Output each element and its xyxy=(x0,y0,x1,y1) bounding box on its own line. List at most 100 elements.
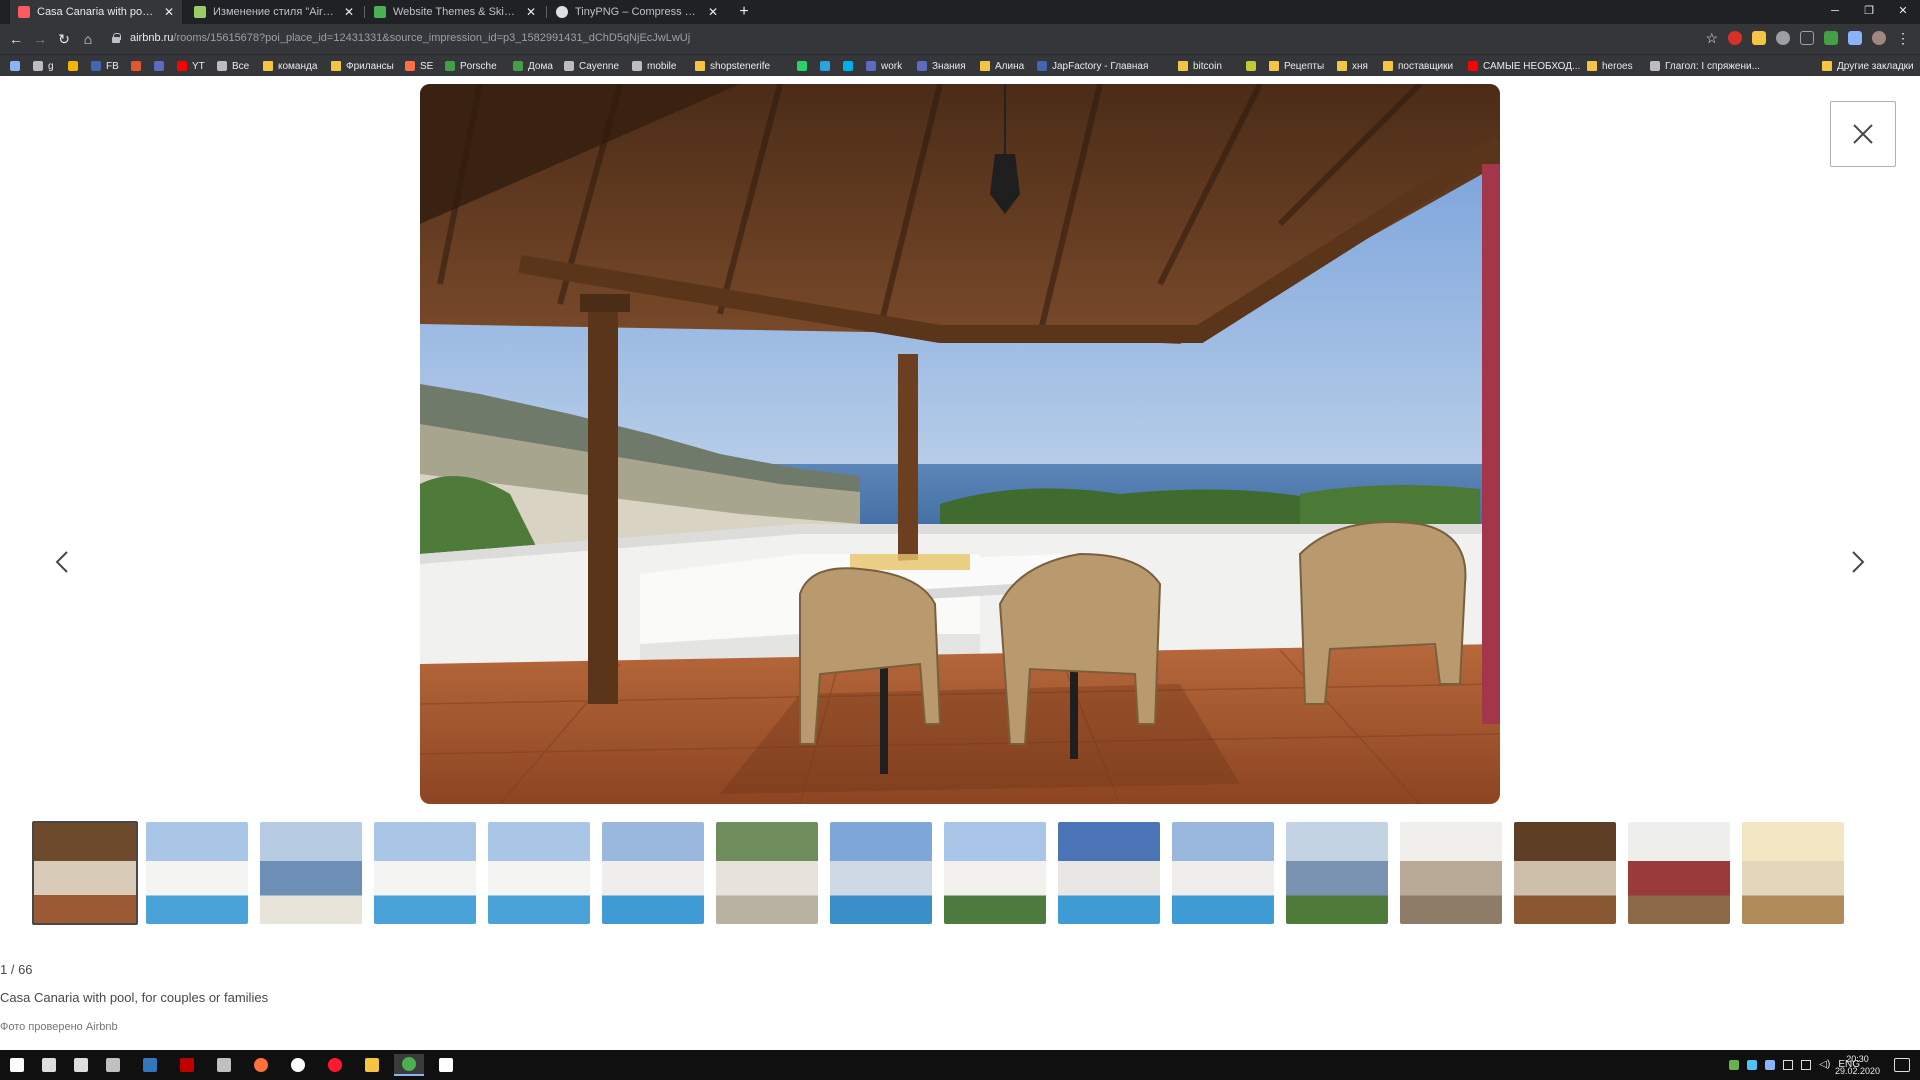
thumbnail-14[interactable] xyxy=(1514,822,1616,924)
notification-center-icon[interactable] xyxy=(1894,1058,1910,1072)
windows-icon[interactable] xyxy=(2,1054,32,1076)
thumbnail-1[interactable] xyxy=(32,821,138,925)
bookmark-item[interactable]: Алина xyxy=(980,59,1024,73)
previous-photo-button[interactable] xyxy=(50,544,74,580)
opera-icon[interactable] xyxy=(320,1054,350,1076)
bookmark-item[interactable]: Рецепты xyxy=(1269,59,1324,73)
search-icon[interactable] xyxy=(34,1054,64,1076)
network-icon[interactable] xyxy=(1801,1059,1812,1070)
app-icon[interactable] xyxy=(98,1054,128,1076)
bookmark-item[interactable]: shopstenerife xyxy=(695,59,770,73)
thumbnail-6[interactable] xyxy=(602,822,704,924)
yandex-icon[interactable] xyxy=(283,1054,313,1076)
restore-button[interactable]: ❐ xyxy=(1852,0,1886,24)
close-icon[interactable]: ✕ xyxy=(344,5,354,19)
bookmark-star-icon[interactable]: ☆ xyxy=(1705,31,1718,45)
thumbnail-10[interactable] xyxy=(1058,822,1160,924)
volume-icon[interactable]: ◁) xyxy=(1819,1059,1830,1070)
thumbnail-3[interactable] xyxy=(260,822,362,924)
back-button[interactable]: ← xyxy=(6,29,26,49)
keyboard-icon[interactable] xyxy=(1783,1059,1794,1070)
firefox-icon[interactable] xyxy=(246,1054,276,1076)
thumbnail-9[interactable] xyxy=(944,822,1046,924)
bookmark-item[interactable]: Дома xyxy=(513,59,553,73)
extension-icon[interactable] xyxy=(1800,31,1814,45)
bookmark-item[interactable]: mobile xyxy=(632,59,676,73)
bookmark-item[interactable]: YT xyxy=(177,59,205,73)
bookmark-item[interactable]: Все xyxy=(217,59,249,73)
bookmark-item[interactable]: поставщики xyxy=(1383,59,1453,73)
close-icon[interactable]: ✕ xyxy=(526,5,536,19)
bookmark-item[interactable] xyxy=(820,59,835,73)
edge-icon[interactable] xyxy=(135,1054,165,1076)
clock[interactable]: 20:30 29.02.2020 xyxy=(1835,1053,1880,1077)
thumbnail-5[interactable] xyxy=(488,822,590,924)
tray-app-icon[interactable] xyxy=(1747,1059,1758,1070)
bookmark-item[interactable]: САМЫЕ НЕОБХОД... xyxy=(1468,59,1580,73)
thumbnail-4[interactable] xyxy=(374,822,476,924)
bookmark-item[interactable]: Знания xyxy=(917,59,966,73)
forward-button[interactable]: → xyxy=(30,29,50,49)
extension-icon[interactable] xyxy=(1752,31,1766,45)
bookmark-item[interactable]: Глагол: I спряжени... xyxy=(1650,59,1760,73)
bookmark-item[interactable] xyxy=(1246,59,1261,73)
profile-avatar[interactable] xyxy=(1872,31,1886,45)
tab-airbnb-style[interactable]: Изменение стиля "Airbnb" ✕ xyxy=(186,0,362,24)
menu-icon[interactable]: ⋮ xyxy=(1896,31,1910,45)
extension-icon[interactable] xyxy=(1776,31,1790,45)
bookmark-item[interactable]: Cayenne xyxy=(564,59,619,73)
bookmark-item[interactable]: bitcoin xyxy=(1178,59,1222,73)
other-bookmarks-label: Другие закладки xyxy=(1837,60,1914,72)
bookmark-item[interactable]: work xyxy=(866,59,902,73)
tab-website-themes[interactable]: Website Themes & Skins by Styl ✕ xyxy=(366,0,544,24)
chrome-icon[interactable] xyxy=(394,1054,424,1076)
bookmark-item[interactable]: команда xyxy=(263,59,317,73)
home-button[interactable]: ⌂ xyxy=(78,29,98,49)
next-photo-button[interactable] xyxy=(1846,544,1870,580)
bookmark-item[interactable] xyxy=(131,59,146,73)
tab-tinypng[interactable]: TinyPNG – Compress PNG image ✕ xyxy=(548,0,726,24)
thumbnail-2[interactable] xyxy=(146,822,248,924)
bookmark-item[interactable]: хня xyxy=(1337,59,1368,73)
thumbnail-11[interactable] xyxy=(1172,822,1274,924)
close-gallery-button[interactable] xyxy=(1830,101,1896,167)
bookmark-item[interactable]: Porsche xyxy=(445,59,497,73)
explorer-icon[interactable] xyxy=(357,1054,387,1076)
minimize-button[interactable]: ─ xyxy=(1818,0,1852,24)
close-icon[interactable]: ✕ xyxy=(708,5,718,19)
bookmark-item[interactable]: JapFactory - Главная xyxy=(1037,59,1148,73)
app-icon[interactable] xyxy=(209,1054,239,1076)
filezilla-icon[interactable] xyxy=(172,1054,202,1076)
main-photo[interactable] xyxy=(420,84,1500,804)
thumbnail-12[interactable] xyxy=(1286,822,1388,924)
other-bookmarks[interactable]: Другие закладки xyxy=(1822,59,1914,73)
reload-button[interactable]: ↻ xyxy=(54,29,74,49)
extension-icon[interactable] xyxy=(1728,31,1742,45)
thumbnail-13[interactable] xyxy=(1400,822,1502,924)
bookmark-item[interactable]: g xyxy=(33,59,54,73)
thumbnail-16[interactable] xyxy=(1742,822,1844,924)
extension-icon[interactable] xyxy=(1824,31,1838,45)
address-bar[interactable]: airbnb.ru/rooms/15615678?poi_place_id=12… xyxy=(130,32,690,44)
bookmark-item[interactable] xyxy=(843,59,858,73)
bookmark-item[interactable] xyxy=(68,59,83,73)
settings-icon[interactable] xyxy=(431,1054,461,1076)
task-view-icon[interactable] xyxy=(66,1054,96,1076)
window-close-button[interactable]: ✕ xyxy=(1886,0,1920,24)
thumbnail-15[interactable] xyxy=(1628,822,1730,924)
bookmark-item[interactable] xyxy=(154,59,169,73)
new-tab-button[interactable]: + xyxy=(734,0,754,24)
tab-casa-canaria[interactable]: Casa Canaria with pool, for coup ✕ xyxy=(10,0,182,24)
thumbnail-8[interactable] xyxy=(830,822,932,924)
bookmark-item[interactable] xyxy=(10,59,25,73)
bookmark-item[interactable] xyxy=(797,59,812,73)
tray-app-icon[interactable] xyxy=(1765,1059,1776,1070)
bookmark-item[interactable]: FB xyxy=(91,59,119,73)
bookmark-item[interactable]: heroes xyxy=(1587,59,1633,73)
extension-icon[interactable] xyxy=(1848,31,1862,45)
tray-app-icon[interactable] xyxy=(1729,1059,1740,1070)
close-icon[interactable]: ✕ xyxy=(164,5,174,19)
bookmark-item[interactable]: SE xyxy=(405,59,433,73)
bookmark-item[interactable]: Фрилансы xyxy=(331,59,394,73)
thumbnail-7[interactable] xyxy=(716,822,818,924)
